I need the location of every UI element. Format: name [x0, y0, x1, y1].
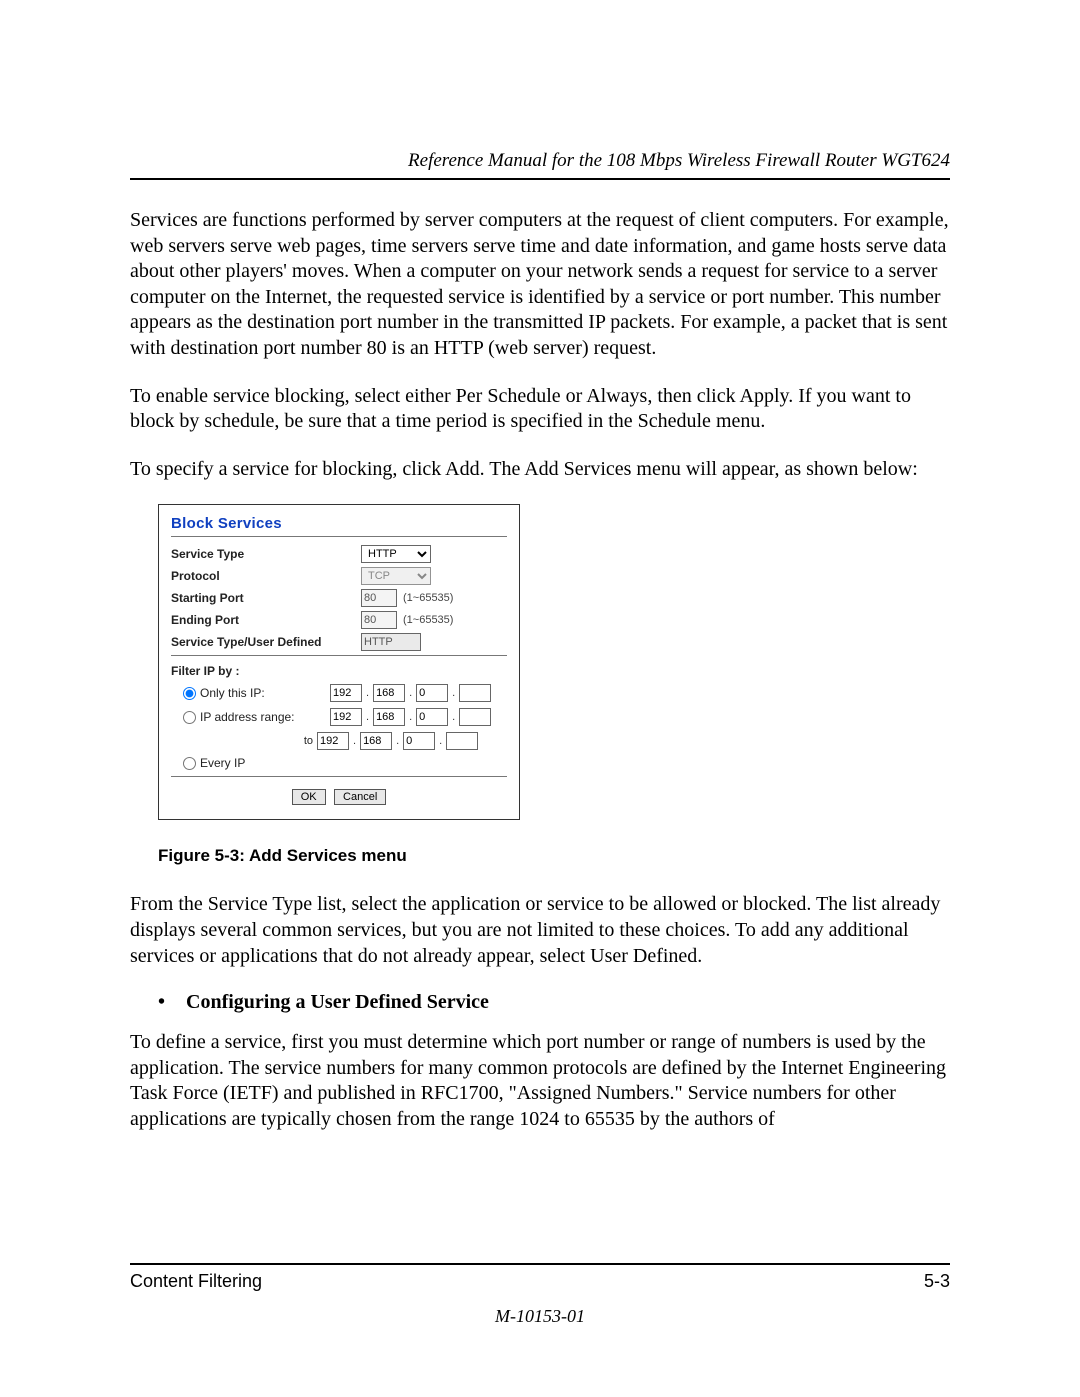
document-page: Reference Manual for the 108 Mbps Wirele…: [0, 0, 1080, 1397]
select-protocol[interactable]: TCP: [361, 567, 431, 585]
footer-section-title: Content Filtering: [130, 1271, 262, 1292]
page-footer: Content Filtering 5-3 M-10153-01: [130, 1263, 950, 1327]
paragraph-from-service-list: From the Service Type list, select the a…: [130, 892, 950, 969]
radio-only-this-ip[interactable]: [183, 687, 196, 700]
label-to: to: [171, 735, 317, 747]
footer-rule: [130, 1263, 950, 1265]
ip-only-d[interactable]: [459, 684, 491, 702]
bullet-marker: •: [158, 991, 186, 1014]
range-starting-port: (1~65535): [403, 592, 453, 604]
ip-to-c[interactable]: [403, 732, 435, 750]
bullet-configuring: • Configuring a User Defined Service: [158, 991, 950, 1014]
panel-separator-mid: [171, 655, 507, 656]
label-ending-port: Ending Port: [171, 613, 361, 627]
panel-separator-top: [171, 536, 507, 537]
radio-ip-range[interactable]: [183, 711, 196, 724]
ip-only-b[interactable]: [373, 684, 405, 702]
button-row: OK Cancel: [171, 787, 507, 805]
radio-every-ip[interactable]: [183, 757, 196, 770]
ip-to-b[interactable]: [360, 732, 392, 750]
row-service-type: Service Type HTTP: [171, 545, 507, 563]
input-starting-port[interactable]: [361, 589, 397, 607]
ip-from-d[interactable]: [459, 708, 491, 726]
filter-heading: Filter IP by :: [171, 664, 507, 678]
ip-only-this: . . .: [330, 684, 491, 702]
paragraph-specify-service: To specify a service for blocking, click…: [130, 457, 950, 483]
label-service-type: Service Type: [171, 547, 361, 561]
footer-row: Content Filtering 5-3: [130, 1271, 950, 1292]
panel-title: Block Services: [171, 515, 507, 532]
label-starting-port: Starting Port: [171, 591, 361, 605]
row-ending-port: Ending Port (1~65535): [171, 611, 507, 629]
figure-block-services: Block Services Service Type HTTP Protoco…: [158, 504, 950, 866]
row-ip-range-to: to . . .: [171, 732, 507, 750]
ip-only-a[interactable]: [330, 684, 362, 702]
label-only-this-ip: Only this IP:: [200, 686, 330, 700]
ip-range-to: . . .: [317, 732, 478, 750]
row-ip-range: IP address range: . . .: [171, 708, 507, 726]
running-header: Reference Manual for the 108 Mbps Wirele…: [130, 150, 950, 172]
ip-to-a[interactable]: [317, 732, 349, 750]
label-protocol: Protocol: [171, 569, 361, 583]
input-ending-port[interactable]: [361, 611, 397, 629]
paragraph-services-intro: Services are functions performed by serv…: [130, 208, 950, 362]
select-service-type[interactable]: HTTP: [361, 545, 431, 563]
footer-page-number: 5-3: [924, 1271, 950, 1292]
ok-button[interactable]: OK: [292, 789, 326, 805]
row-every-ip: Every IP: [171, 756, 507, 770]
bullet-text: Configuring a User Defined Service: [186, 991, 489, 1014]
paragraph-define-service: To define a service, first you must dete…: [130, 1030, 950, 1132]
label-every-ip: Every IP: [200, 756, 330, 770]
row-protocol: Protocol TCP: [171, 567, 507, 585]
ip-only-c[interactable]: [416, 684, 448, 702]
paragraph-enable-blocking: To enable service blocking, select eithe…: [130, 384, 950, 435]
ip-to-d[interactable]: [446, 732, 478, 750]
label-user-defined: Service Type/User Defined: [171, 635, 361, 649]
range-ending-port: (1~65535): [403, 614, 453, 626]
header-rule: [130, 178, 950, 180]
footer-document-number: M-10153-01: [130, 1306, 950, 1327]
input-user-defined[interactable]: [361, 633, 421, 651]
block-services-panel: Block Services Service Type HTTP Protoco…: [158, 504, 520, 820]
ip-from-b[interactable]: [373, 708, 405, 726]
row-user-defined: Service Type/User Defined: [171, 633, 507, 651]
panel-separator-bottom: [171, 776, 507, 777]
ip-from-c[interactable]: [416, 708, 448, 726]
cancel-button[interactable]: Cancel: [334, 789, 386, 805]
row-only-this-ip: Only this IP: . . .: [171, 684, 507, 702]
figure-caption: Figure 5-3: Add Services menu: [158, 846, 950, 866]
row-starting-port: Starting Port (1~65535): [171, 589, 507, 607]
ip-range-from: . . .: [330, 708, 491, 726]
label-ip-range: IP address range:: [200, 710, 330, 724]
ip-from-a[interactable]: [330, 708, 362, 726]
